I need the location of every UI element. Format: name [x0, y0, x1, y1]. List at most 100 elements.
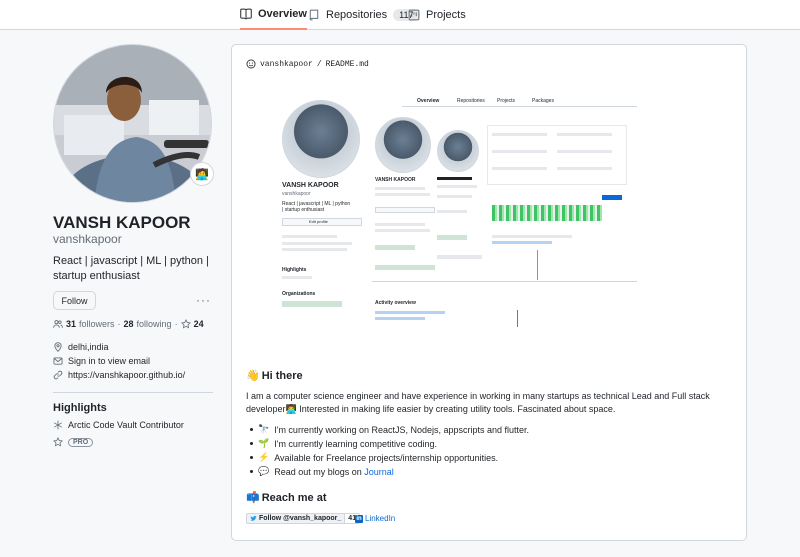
list-item: 🌱 I'm currently learning competitive cod… — [250, 438, 437, 449]
follow-stats: 31 followers · 28 following · 24 — [53, 319, 204, 329]
twitter-badge-left: Follow @vansh_kapoor_ — [246, 513, 346, 524]
highlight-pro: PRO — [53, 437, 94, 447]
location-text: delhi,india — [68, 342, 109, 352]
more-options-icon[interactable]: ··· — [196, 293, 211, 307]
list-item: 🔭 I'm currently working on ReactJS, Node… — [250, 424, 529, 435]
mini-username-large: vanshkapoor — [282, 191, 311, 197]
readme-file-ext: .md — [354, 59, 369, 69]
stars-count[interactable]: 24 — [194, 319, 204, 329]
star-icon — [53, 437, 63, 447]
list-item: ⚡ Available for Freelance projects/inter… — [250, 452, 498, 463]
mail-icon — [53, 357, 63, 365]
follow-button[interactable]: Follow — [53, 291, 96, 310]
mini-name-large: VANSH KAPOOR — [282, 182, 339, 189]
mini-highlights: Highlights — [282, 267, 307, 273]
readme-card: vanshkapoor / README.md Overview Reposit… — [231, 44, 747, 541]
profile-username: vanshkapoor — [53, 232, 122, 246]
profile-tabbar: Overview Repositories 117 Projects — [0, 0, 800, 30]
readme-filename[interactable]: README.md — [326, 60, 369, 69]
smiley-icon — [246, 59, 256, 69]
repo-icon — [309, 9, 319, 21]
followers-label[interactable]: followers — [79, 319, 115, 329]
journal-link[interactable]: Journal — [364, 467, 394, 477]
email-signin-link[interactable]: Sign in to view email — [68, 356, 150, 366]
list-item-text: Available for Freelance projects/interns… — [274, 452, 499, 463]
mini-avatar-medium — [375, 117, 431, 173]
mini-avatar-large — [282, 100, 360, 178]
twitter-follow-badge[interactable]: Follow @vansh_kapoor_ 41 — [246, 513, 361, 524]
linkedin-link[interactable]: in LinkedIn — [355, 514, 395, 523]
speech-bubble-emoji: 💬 — [258, 466, 270, 476]
mini-tab-projects: Projects — [497, 98, 516, 104]
star-icon — [180, 319, 191, 329]
mini-activity-overview: Activity overview — [375, 300, 416, 306]
readme-path-slash: / — [316, 59, 322, 69]
reach-heading: 📫 Reach me at — [246, 491, 327, 505]
list-item-text: I'm currently working on ReactJS, Nodejs… — [274, 424, 530, 435]
tab-overview[interactable]: Overview — [240, 0, 307, 30]
mailbox-emoji: 📫 — [246, 492, 260, 504]
intro-paragraph: I am a computer science engineer and hav… — [246, 391, 710, 414]
readme-file-name: README — [325, 59, 355, 69]
link-icon — [53, 370, 63, 380]
lightning-emoji: ⚡ — [258, 452, 270, 462]
following-label[interactable]: following — [137, 319, 172, 329]
bullet — [250, 428, 253, 431]
tab-projects[interactable]: Projects — [408, 0, 466, 30]
tab-repositories[interactable]: Repositories 117 — [308, 0, 420, 30]
followers-count[interactable]: 31 — [66, 319, 76, 329]
sidebar-divider — [53, 392, 213, 393]
profile-avatar[interactable] — [53, 44, 212, 203]
profile-bio: React | javascript | ML | python | start… — [53, 255, 209, 282]
tab-projects-label: Projects — [426, 9, 466, 21]
list-item: 💬 Read out my blogs on Journal — [250, 466, 394, 477]
stats-separator: · — [117, 319, 121, 329]
mini-avatar-small — [437, 130, 479, 172]
readme-header: vanshkapoor / README.md — [246, 59, 369, 69]
pro-badge: PRO — [68, 437, 94, 447]
greeting-text: Hi there — [261, 369, 303, 382]
seedling-emoji: 🌱 — [258, 438, 270, 448]
list-item-text: I'm currently learning competitive codin… — [274, 438, 438, 449]
mini-contribution-graph — [492, 205, 602, 221]
highlight-arctic: Arctic Code Vault Contributor — [53, 420, 184, 430]
tab-overview-label: Overview — [258, 8, 307, 20]
website-row: https://vanshkapoor.github.io/ — [53, 370, 185, 380]
stats-separator: · — [174, 319, 178, 329]
bullet — [250, 442, 253, 445]
linkedin-label: LinkedIn — [365, 514, 396, 523]
highlights-heading: Highlights — [53, 402, 107, 414]
email-row: Sign in to view email — [53, 356, 150, 366]
snowflake-icon — [54, 420, 62, 430]
mini-edit-profile: Edit profile — [309, 219, 328, 224]
twitter-icon — [250, 515, 257, 521]
linkedin-icon: in — [355, 514, 363, 523]
status-emoji-badge[interactable]: 🧑‍💻 — [190, 162, 214, 186]
highlight-arctic-label[interactable]: Arctic Code Vault Contributor — [68, 420, 184, 430]
bullet — [250, 456, 253, 459]
project-icon — [408, 9, 420, 21]
mini-name-medium: VANSH KAPOOR — [375, 177, 416, 183]
wave-emoji: 👋 — [246, 370, 260, 382]
list-item-text-prefix: Read out my blogs on — [274, 466, 365, 477]
bullet — [250, 470, 253, 473]
mini-organizations: Organizations — [282, 291, 316, 297]
book-icon — [240, 8, 252, 20]
profile-name: VANSH KAPOOR — [53, 213, 191, 232]
avatar-photo — [54, 45, 211, 202]
mini-tab-overview: Overview — [417, 98, 440, 104]
mini-bio-large: React | javascript | ML | python | start… — [282, 201, 351, 213]
reach-title: Reach me at — [261, 491, 327, 504]
people-icon — [53, 320, 63, 328]
readme-owner-link[interactable]: vanshkapoor — [260, 60, 313, 69]
mini-tab-packages: Packages — [532, 98, 554, 104]
website-link[interactable]: https://vanshkapoor.github.io/ — [68, 370, 185, 380]
greeting-heading: 👋 Hi there — [246, 369, 303, 383]
following-count[interactable]: 28 — [124, 319, 134, 329]
location-pin-icon — [54, 342, 62, 352]
location-row: delhi,india — [53, 342, 109, 352]
mini-tab-repositories: Repositories — [457, 98, 485, 104]
list-item-text: Read out my blogs on Journal — [274, 467, 394, 477]
tab-repositories-label: Repositories — [326, 9, 388, 21]
twitter-badge-label: Follow @vansh_kapoor_ — [259, 515, 342, 522]
